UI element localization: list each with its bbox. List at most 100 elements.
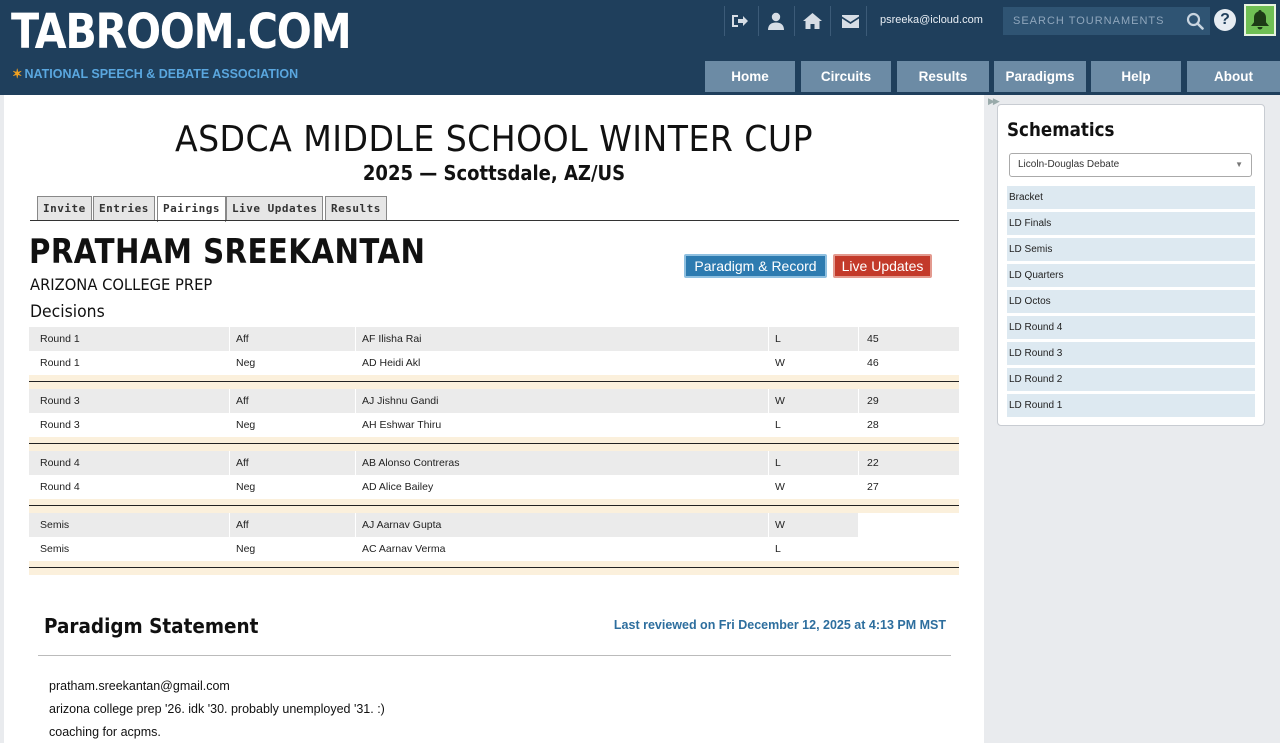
- nav-about[interactable]: About: [1187, 61, 1280, 92]
- round-separator: [29, 499, 959, 513]
- side-cell: Neg: [236, 357, 256, 369]
- result-cell: L: [775, 333, 781, 345]
- opponent-cell[interactable]: AC Aarnav Verma: [362, 543, 445, 555]
- notifications-button[interactable]: [1244, 4, 1276, 36]
- tagline-text: NATIONAL SPEECH & DEBATE ASSOCIATION: [24, 67, 299, 81]
- side-cell: Aff: [236, 457, 249, 469]
- live-updates-button[interactable]: Live Updates: [833, 254, 932, 278]
- column-separator: [355, 537, 356, 561]
- opponent-cell[interactable]: AB Alonso Contreras: [362, 457, 459, 469]
- opponent-cell[interactable]: AD Alice Bailey: [362, 481, 433, 493]
- result-cell: L: [775, 457, 781, 469]
- side-cell: Aff: [236, 333, 249, 345]
- user-icon[interactable]: [762, 8, 790, 34]
- points-cell: 27: [867, 481, 879, 493]
- search-icon[interactable]: [1186, 12, 1204, 35]
- schematic-ld-semis[interactable]: LD Semis: [1007, 238, 1255, 261]
- schematic-ld-octos[interactable]: LD Octos: [1007, 290, 1255, 313]
- round-separator: [29, 437, 959, 451]
- points-cell: 29: [867, 395, 879, 407]
- result-cell: L: [775, 419, 781, 431]
- column-separator: [858, 327, 859, 351]
- schematics-title: Schematics: [1007, 119, 1115, 141]
- event-select-value: Licoln-Douglas Debate: [1018, 159, 1120, 170]
- column-separator: [229, 451, 230, 475]
- round-cell: Round 1: [40, 357, 80, 369]
- column-separator: [355, 351, 356, 375]
- empty-points-cell: [858, 513, 959, 537]
- logout-icon[interactable]: [726, 8, 754, 34]
- empty-points-cell: [858, 537, 959, 561]
- round-cell: Round 1: [40, 333, 80, 345]
- nav-home[interactable]: Home: [705, 61, 795, 92]
- entrant-name: PRATHAM SREEKANTAN: [29, 232, 426, 272]
- schematic-ld-quarters[interactable]: LD Quarters: [1007, 264, 1255, 287]
- nsda-star-icon: ✶: [12, 67, 23, 81]
- schematic-ld-finals[interactable]: LD Finals: [1007, 212, 1255, 235]
- paradigm-title: Paradigm Statement: [44, 614, 259, 638]
- decision-row: Round 3 Neg AH Eshwar Thiru L 28: [29, 413, 959, 437]
- search-box: [1003, 7, 1210, 35]
- tab-entries[interactable]: Entries: [93, 196, 155, 221]
- column-separator: [768, 451, 769, 475]
- tab-pairings[interactable]: Pairings: [157, 196, 226, 222]
- decision-row: Round 4 Aff AB Alonso Contreras L 22: [29, 451, 959, 475]
- header-divider: [830, 6, 831, 36]
- round-cell: Semis: [40, 519, 70, 531]
- help-icon[interactable]: ?: [1214, 9, 1236, 31]
- opponent-cell[interactable]: AD Heidi Akl: [362, 357, 420, 369]
- decision-row: Round 1 Neg AD Heidi Akl W 46: [29, 351, 959, 375]
- round-cell: Round 3: [40, 395, 80, 407]
- column-separator: [768, 413, 769, 437]
- schematic-ld-round-3[interactable]: LD Round 3: [1007, 342, 1255, 365]
- tournament-title: ASDCA MIDDLE SCHOOL WINTER CUP: [174, 119, 814, 160]
- paradigm-record-button[interactable]: Paradigm & Record: [684, 254, 827, 278]
- tournament-subtitle: 2025 — Scottsdale, AZ/US: [362, 161, 626, 185]
- header-divider: [794, 6, 795, 36]
- event-select[interactable]: Licoln-Douglas Debate ▼: [1009, 153, 1252, 177]
- user-email-link[interactable]: psreeka@icloud.com: [880, 14, 983, 26]
- round-separator: [29, 561, 959, 575]
- round-cell: Round 4: [40, 457, 80, 469]
- column-separator: [355, 451, 356, 475]
- tab-results[interactable]: Results: [325, 196, 387, 221]
- schematic-ld-round-2[interactable]: LD Round 2: [1007, 368, 1255, 391]
- round-cell: Semis: [40, 543, 70, 555]
- nav-results[interactable]: Results: [897, 61, 989, 92]
- column-separator: [768, 351, 769, 375]
- result-cell: W: [775, 519, 785, 531]
- site-logo[interactable]: TABROOM.COM: [11, 4, 352, 60]
- tab-invite[interactable]: Invite: [37, 196, 92, 221]
- tab-live-updates[interactable]: Live Updates: [226, 196, 324, 221]
- column-separator: [355, 389, 356, 413]
- opponent-cell[interactable]: AJ Jishnu Gandi: [362, 395, 438, 407]
- mail-icon[interactable]: [836, 8, 864, 34]
- column-separator: [229, 389, 230, 413]
- search-input[interactable]: [1003, 15, 1183, 27]
- points-cell: 46: [867, 357, 879, 369]
- nav-help[interactable]: Help: [1091, 61, 1181, 92]
- schematic-bracket[interactable]: Bracket: [1007, 186, 1255, 209]
- side-cell: Neg: [236, 543, 256, 555]
- column-separator: [858, 413, 859, 437]
- result-cell: W: [775, 357, 785, 369]
- column-separator: [858, 451, 859, 475]
- nav-paradigms[interactable]: Paradigms: [994, 61, 1086, 92]
- column-separator: [229, 513, 230, 537]
- schematic-ld-round-4[interactable]: LD Round 4: [1007, 316, 1255, 339]
- side-cell: Neg: [236, 419, 256, 431]
- column-separator: [229, 413, 230, 437]
- decision-row: Semis Neg AC Aarnav Verma L: [29, 537, 959, 561]
- nav-circuits[interactable]: Circuits: [801, 61, 891, 92]
- column-separator: [768, 513, 769, 537]
- paradigm-line: arizona college prep '26. idk '30. proba…: [49, 702, 385, 716]
- home-icon[interactable]: [798, 8, 826, 34]
- last-reviewed: Last reviewed on Fri December 12, 2025 a…: [613, 618, 946, 632]
- decision-row: Semis Aff AJ Aarnav Gupta W: [29, 513, 959, 537]
- schematic-ld-round-1[interactable]: LD Round 1: [1007, 394, 1255, 417]
- chevron-down-icon: ▼: [1235, 160, 1243, 169]
- opponent-cell[interactable]: AH Eshwar Thiru: [362, 419, 441, 431]
- schematics-sidebar: Schematics Licoln-Douglas Debate ▼ Brack…: [997, 104, 1265, 426]
- opponent-cell[interactable]: AF Ilisha Rai: [362, 333, 422, 345]
- opponent-cell[interactable]: AJ Aarnav Gupta: [362, 519, 441, 531]
